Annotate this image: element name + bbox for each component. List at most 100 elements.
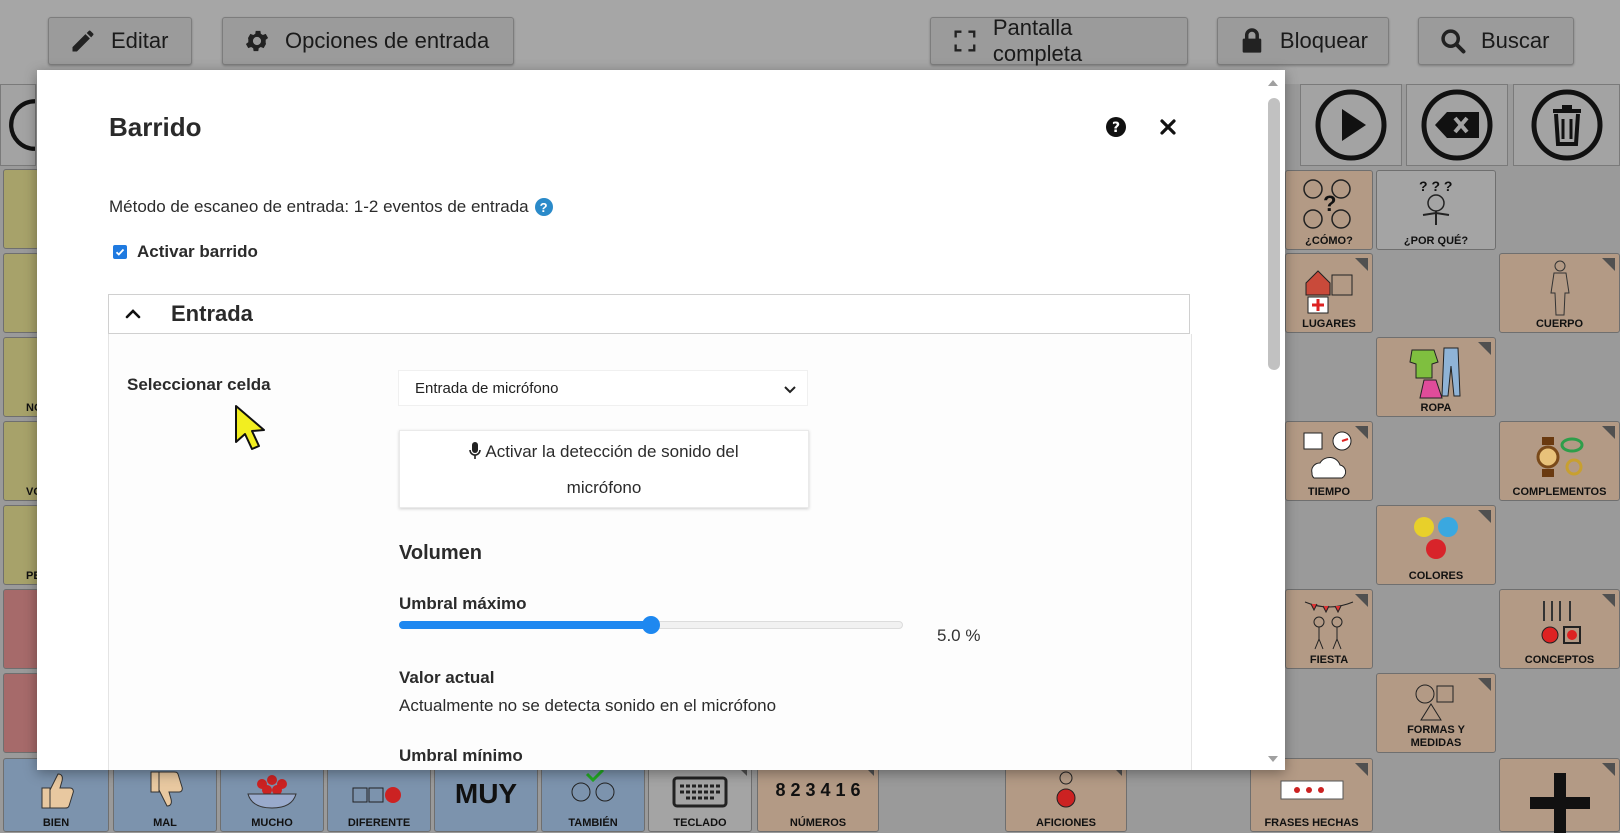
lock-button[interactable]: Bloquear <box>1217 17 1389 65</box>
svg-text:?: ? <box>1323 191 1336 216</box>
berries-bowl-icon <box>221 767 323 813</box>
backspace-icon <box>1421 89 1493 161</box>
input-section-header[interactable]: Entrada <box>108 294 1190 334</box>
cell-por-que-label: ¿POR QUÉ? <box>1403 235 1469 247</box>
max-threshold-slider[interactable] <box>399 615 903 635</box>
chevron-down-icon <box>784 386 796 394</box>
plus-icon <box>1530 773 1590 833</box>
cell-fiesta-label: FIESTA <box>1309 654 1349 666</box>
modal-scrollbar-thumb[interactable] <box>1268 98 1280 370</box>
backspace-cell[interactable] <box>1406 84 1508 166</box>
speak-cell[interactable] <box>1300 84 1402 166</box>
thumbs-down-icon <box>114 767 216 813</box>
left-cell-7[interactable] <box>3 673 39 753</box>
cell-fiesta[interactable]: FIESTA <box>1285 589 1373 669</box>
gear-icon <box>245 30 269 52</box>
input-section-title: Entrada <box>171 301 253 326</box>
left-cell-6[interactable] <box>3 589 39 669</box>
cell-cuerpo-label: CUERPO <box>1535 318 1584 330</box>
clear-cell[interactable] <box>1513 84 1620 166</box>
cell-complementos-label: COMPLEMENTOS <box>1512 486 1607 498</box>
circle-icon <box>9 99 35 151</box>
body-icon <box>1500 260 1619 316</box>
search-icon <box>1441 29 1466 54</box>
lock-icon <box>1242 28 1262 53</box>
left-cell-pe[interactable]: PE <box>3 505 41 585</box>
cell-conceptos[interactable]: CONCEPTOS <box>1499 589 1620 669</box>
mouse-cursor-icon <box>235 405 265 450</box>
input-options-button[interactable]: Opciones de entrada <box>222 17 514 65</box>
edit-button[interactable]: Editar <box>48 17 192 65</box>
help-icon[interactable]: ? <box>1105 116 1127 138</box>
max-threshold-label: Umbral máximo <box>399 594 527 613</box>
select-cell-label: Seleccionar celda <box>127 375 271 394</box>
cell-formas[interactable]: FORMAS Y MEDIDAS <box>1376 673 1496 753</box>
faces-icon: ? <box>1286 179 1372 231</box>
max-threshold-value: 5.0 % <box>937 626 981 645</box>
phrases-icon <box>1251 767 1372 813</box>
cell-ropa[interactable]: ROPA <box>1376 337 1496 417</box>
mic-button-line1: Activar la detección de sonido del <box>485 442 739 461</box>
checkbox-checked-icon[interactable] <box>113 245 127 259</box>
cell-add[interactable] <box>1499 758 1620 833</box>
current-value-text: Actualmente no se detecta sonido en el m… <box>399 696 777 715</box>
cell-diferente-label: DIFERENTE <box>347 817 411 829</box>
activate-scanning-checkbox[interactable]: Activar barrido <box>113 242 258 262</box>
play-icon <box>1315 89 1387 161</box>
select-cell-value: Entrada de micrófono <box>415 379 559 397</box>
info-question-icon[interactable]: ? <box>534 198 553 216</box>
fullscreen-icon <box>954 30 976 52</box>
left-cell-vo[interactable]: VO <box>3 421 42 501</box>
pencil-icon <box>72 30 94 52</box>
fullscreen-button[interactable]: Pantalla completa <box>930 15 1188 66</box>
numbers-icon: 8 2 3 4 1 6 <box>775 779 861 800</box>
scan-method-text: Método de escaneo de entrada: 1-2 evento… <box>109 197 553 217</box>
activate-scanning-label: Activar barrido <box>137 242 258 261</box>
left-cell-no[interactable]: NO <box>3 337 43 417</box>
clothes-icon <box>1377 346 1495 399</box>
search-button[interactable]: Buscar <box>1418 17 1574 65</box>
select-cell-dropdown[interactable]: Entrada de micrófono <box>398 370 808 406</box>
folder-corner-icon <box>1602 763 1615 776</box>
scroll-up-arrow-icon[interactable] <box>1266 76 1280 90</box>
cell-aficiones-label: AFICIONES <box>1036 817 1096 829</box>
scanning-modal: Barrido ? Método de escaneo de entrada: … <box>37 70 1285 770</box>
slider-thumb[interactable] <box>642 616 660 634</box>
scroll-down-arrow-icon[interactable] <box>1266 752 1280 766</box>
trash-icon <box>1531 89 1602 161</box>
time-icon <box>1286 430 1372 482</box>
left-cell-1[interactable] <box>3 169 39 249</box>
cell-tambien-label: TAMBIÉN <box>568 817 618 829</box>
cell-por-que[interactable]: ? ? ? ¿POR QUÉ? <box>1376 170 1496 250</box>
cell-como[interactable]: ? ¿CÓMO? <box>1285 170 1373 250</box>
current-value-label: Valor actual <box>399 668 495 687</box>
cell-ropa-label: ROPA <box>1420 402 1452 414</box>
cell-colores-label: COLORES <box>1408 570 1464 582</box>
cell-teclado-label: TECLADO <box>673 817 727 829</box>
cell-lugares[interactable]: LUGARES <box>1285 253 1373 333</box>
mic-button-line2: micrófono <box>566 478 642 497</box>
cell-tiempo[interactable]: TIEMPO <box>1285 421 1373 501</box>
thumbs-up-icon <box>4 767 108 813</box>
cell-tiempo-label: TIEMPO <box>1307 486 1351 498</box>
keyboard-icon <box>649 767 751 813</box>
svg-text:? ? ?: ? ? ? <box>1419 178 1452 194</box>
microphone-icon <box>469 442 482 459</box>
cell-cuerpo[interactable]: CUERPO <box>1499 253 1620 333</box>
cell-mucho-label: MUCHO <box>251 817 293 829</box>
cell-complementos[interactable]: COMPLEMENTOS <box>1499 421 1620 501</box>
close-icon[interactable] <box>1157 116 1179 138</box>
cell-formas-label: FORMAS Y MEDIDAS <box>1407 724 1465 749</box>
left-cell-2[interactable] <box>3 253 39 333</box>
places-icon <box>1286 262 1372 314</box>
slider-fill <box>399 621 651 629</box>
scan-method-label: Método de escaneo de entrada: 1-2 evento… <box>109 197 529 216</box>
enable-mic-detection-button[interactable]: Activar la detección de sonido del micró… <box>399 430 809 508</box>
shapes-icon <box>1377 682 1495 722</box>
cell-numeros-label: NÚMEROS <box>789 817 847 829</box>
fullscreen-label: Pantalla completa <box>992 15 1083 66</box>
input-options-label: Opciones de entrada <box>285 28 490 53</box>
back-cell[interactable] <box>0 84 36 166</box>
cell-colores[interactable]: COLORES <box>1376 505 1496 585</box>
cell-lugares-label: LUGARES <box>1302 318 1356 330</box>
